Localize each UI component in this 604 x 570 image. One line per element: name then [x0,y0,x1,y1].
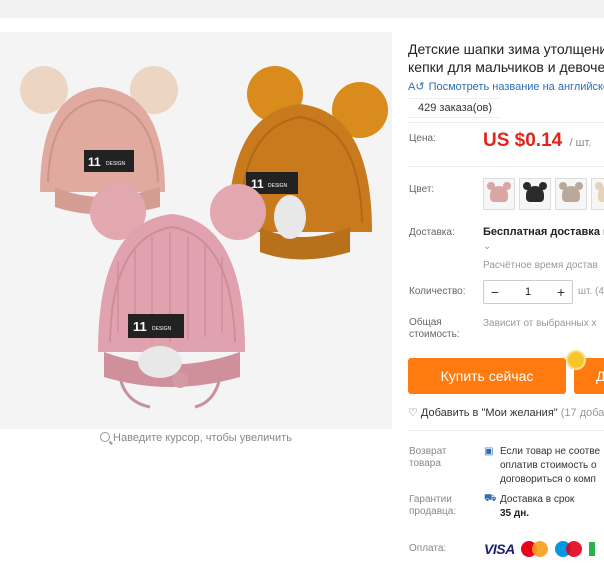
hat-thumbnail-icon [559,182,583,202]
maestro-icon [554,541,583,557]
quantity-increase-button[interactable]: + [550,284,572,300]
quantity-stepper: − 1 + [483,280,573,304]
divider [408,122,604,123]
hat-sub-text-3: DESIGN [152,326,172,332]
wishlist-count: (17 добав [560,407,604,419]
product-image[interactable]: 11 DESIGN 11 DESIGN 11 DESIGN [0,32,392,429]
color-swatch-black[interactable] [519,178,551,210]
hat-brand-text: 11 [88,155,101,169]
divider [408,430,604,431]
orders-count: 429 заказа(ов) [408,98,501,118]
top-bar [0,0,604,18]
hat-brand-text-3: 11 [133,319,147,334]
chevron-down-icon[interactable]: ⌄ [483,241,491,252]
hat-thumbnail-icon [487,182,511,202]
quantity-input[interactable]: 1 [506,286,550,298]
translate-link-text[interactable]: Посмотреть название на английском [429,81,604,93]
color-swatch-gray[interactable] [555,178,587,210]
truck-icon: ⛟ [484,493,497,504]
hat-sub-text-2: DESIGN [268,183,288,189]
color-swatch-pink[interactable] [483,178,515,210]
return-label-line1: Возврат [409,446,447,457]
buy-now-button[interactable]: Купить сейчас [408,358,566,394]
zoom-hint-text: Наведите курсор, чтобы увеличить [113,432,292,444]
total-label-line2: стоимость: [409,329,460,340]
wishlist-text[interactable]: Добавить в "Мои желания" [421,407,558,419]
magnifier-icon [100,432,111,442]
product-info-panel: Детские шапки зима утолщение кепки для м… [400,32,604,570]
product-title-line1: Детские шапки зима утолщение [408,41,604,57]
heart-icon: ♡ [408,407,418,419]
color-swatches [483,178,604,210]
total-label: Общая стоимость: [409,317,460,341]
guarantee-text-line1: Доставка в срок [500,494,575,505]
quantity-label: Количество: [409,286,466,297]
translate-link[interactable]: A↺ Посмотреть название на английском [408,80,604,93]
payment-label: Оплата: [409,543,447,554]
total-label-line1: Общая [409,317,442,328]
shipping-value[interactable]: Бесплатная доставка в [483,226,604,238]
hat-pink-front: 11 DESIGN [90,184,266,409]
translate-icon: A↺ [408,81,425,93]
return-text-line2: оплатив стоимость о [500,460,597,471]
return-icon: ▣ [484,446,494,457]
coin-icon [566,350,586,370]
product-title-line2: кепки для мальчиков и девочек [408,59,604,75]
payment-method-icon [588,542,595,556]
guarantee-label-line2: продавца: [409,506,457,517]
total-value: Зависит от выбранных х [483,318,597,329]
hat-sub-text: DESIGN [106,161,126,167]
guarantee-label: Гарантии продавца: [409,494,456,518]
guarantee-days: 35 дн. [500,508,530,519]
visa-icon: VISA [484,541,515,557]
return-label: Возврат товара [409,446,447,470]
shipping-time: Расчётное время достав [483,260,598,271]
price-value: US $0.14 / шт. [483,130,591,152]
return-text-line1: Если товар не соотве [500,446,601,457]
color-swatch-beige[interactable] [591,178,604,210]
hat-thumbnail-icon [523,182,547,202]
price-amount: US $0.14 [483,130,563,151]
zoom-hint: Наведите курсор, чтобы увеличить [0,432,392,444]
price-unit: / шт. [569,137,592,149]
return-label-line2: товара [409,458,441,469]
mastercard-icon [520,541,549,557]
quantity-decrease-button[interactable]: − [484,284,506,300]
return-text: Если товар не соотве оплатив стоимость о… [500,445,600,487]
wishlist-link[interactable]: ♡Добавить в "Мои желания" (17 добав [408,406,604,419]
shipping-label: Доставка: [409,227,455,238]
color-label: Цвет: [409,184,435,195]
quantity-unit: шт. (4 [578,286,604,297]
payment-methods: VISA [484,541,595,557]
price-label: Цена: [409,133,436,144]
hat-thumbnail-icon [595,182,604,202]
guarantee-label-line1: Гарантии [409,494,452,505]
return-text-line3: договориться о комп [500,474,596,485]
product-title: Детские шапки зима утолщение кепки для м… [408,40,604,76]
guarantee-text: Доставка в срок 35 дн. [500,493,574,521]
divider [408,166,604,167]
